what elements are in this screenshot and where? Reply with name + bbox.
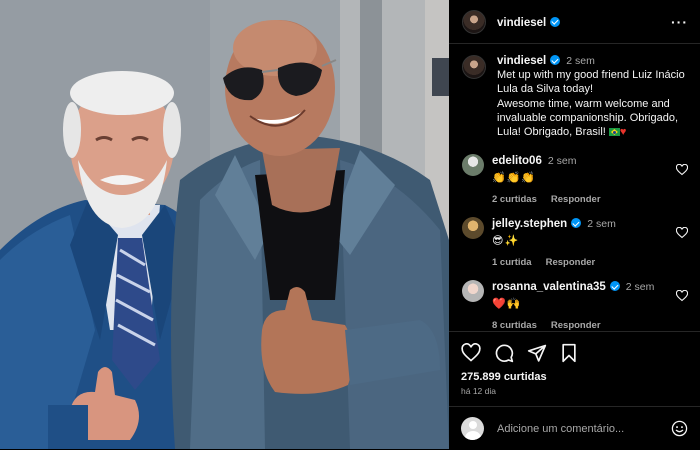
- comment-body: edelito06 2 sem 👏👏👏 2 curtidas Responder: [492, 154, 601, 207]
- comment-body: rosanna_valentina35 2 sem ❤️🙌 8 curtidas R…: [492, 280, 654, 333]
- caption-time: 2 sem: [566, 55, 595, 67]
- comment-likes[interactable]: 8 curtidas: [492, 320, 537, 331]
- comment-time: 2 sem: [587, 218, 616, 230]
- post-caption: vindiesel 2 sem Met up with my good frien…: [449, 44, 700, 139]
- reply-button[interactable]: Responder: [551, 320, 601, 331]
- comment-item: edelito06 2 sem 👏👏👏 2 curtidas Responder: [462, 154, 688, 207]
- smiley-icon[interactable]: [671, 420, 688, 437]
- comment-likes[interactable]: 1 curtida: [492, 257, 532, 268]
- commenter-avatar[interactable]: [462, 280, 484, 302]
- caption-avatar[interactable]: [462, 55, 486, 79]
- author-avatar[interactable]: [462, 9, 486, 34]
- comment-item: rosanna_valentina35 2 sem ❤️🙌 8 curtidas R…: [462, 280, 688, 333]
- share-icon[interactable]: [527, 343, 547, 363]
- instagram-post-modal: vindiesel ··· vindiesel 2 sem Met up with…: [0, 0, 700, 449]
- comment-time: 2 sem: [547, 155, 577, 167]
- comment-username[interactable]: rosanna_valentina35: [492, 281, 606, 293]
- likes-count[interactable]: 275.899 curtidas: [461, 371, 688, 383]
- comment-likes[interactable]: 2 curtidas: [492, 194, 537, 205]
- comment-text: ❤️🙌: [492, 298, 522, 310]
- comment-heart-icon[interactable]: [676, 227, 688, 239]
- comment-body: jelley.stephen 2 sem 😎✨ 1 curtida Responde…: [492, 217, 616, 270]
- commenter-avatar[interactable]: [462, 217, 484, 239]
- comment-input[interactable]: [495, 421, 671, 436]
- comment-username[interactable]: jelley.stephen: [492, 218, 567, 230]
- post-photo[interactable]: [0, 0, 449, 449]
- verified-badge-icon: [550, 16, 561, 27]
- comment-icon[interactable]: [494, 343, 514, 363]
- caption-body: vindiesel 2 sem Met up with my good frien…: [497, 54, 690, 139]
- verified-badge-icon: [571, 218, 582, 228]
- reply-button[interactable]: Responder: [546, 257, 596, 268]
- reply-button[interactable]: Responder: [551, 194, 601, 205]
- verified-badge-icon: [550, 55, 561, 65]
- author-name-group: vindiesel: [497, 13, 561, 31]
- post-header: vindiesel ···: [449, 0, 700, 44]
- comment-text: 👏👏👏: [492, 172, 537, 184]
- caption-username[interactable]: vindiesel: [497, 55, 546, 67]
- comment-meta: 1 curtida Responder: [492, 255, 616, 270]
- posted-time: há 12 dia: [461, 386, 496, 396]
- photo-illustration: [0, 0, 449, 449]
- comment-username[interactable]: edelito06: [492, 155, 542, 167]
- verified-badge-icon: [609, 281, 620, 291]
- bookmark-icon[interactable]: [560, 343, 578, 363]
- caption-text: Met up with my good friend Luiz Inácio L…: [497, 68, 690, 139]
- current-user-avatar: [461, 417, 484, 440]
- caption-text-content: Met up with my good friend Luiz Inácio L…: [497, 69, 685, 139]
- author-username[interactable]: vindiesel: [497, 17, 546, 29]
- comment-meta: 2 curtidas Responder: [492, 192, 601, 207]
- comment-time: 2 sem: [625, 281, 655, 293]
- brazil-flag-icon: [608, 128, 620, 137]
- heart-icon[interactable]: [461, 343, 481, 363]
- more-options-icon[interactable]: ···: [671, 14, 688, 30]
- comment-heart-icon[interactable]: [676, 164, 688, 176]
- comment-heart-icon[interactable]: [676, 290, 688, 302]
- commenter-avatar[interactable]: [462, 154, 484, 176]
- comment-item: jelley.stephen 2 sem 😎✨ 1 curtida Responde…: [462, 217, 688, 270]
- red-heart-icon: ♥: [619, 126, 627, 139]
- add-comment-bar: [449, 406, 700, 450]
- post-actions: 275.899 curtidas há 12 dia: [449, 331, 700, 396]
- action-icons: [461, 342, 688, 364]
- post-side-panel: vindiesel ··· vindiesel 2 sem Met up with…: [449, 0, 700, 449]
- comment-text: 😎✨: [492, 235, 520, 247]
